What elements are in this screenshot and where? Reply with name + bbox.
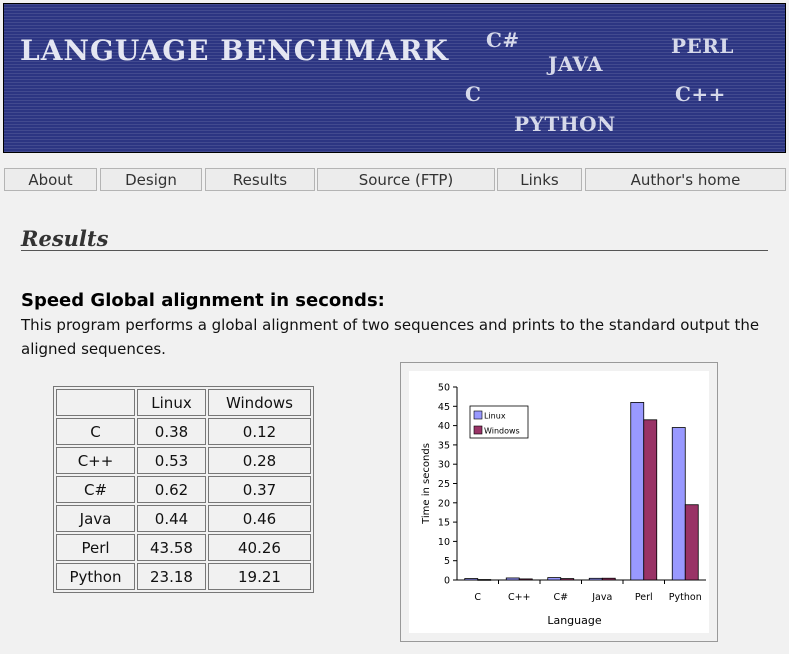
bar-linux [630, 402, 645, 581]
table-cell: 0.38 [137, 418, 206, 445]
banner-lang-csharp: C# [486, 28, 520, 52]
table-row: C++ 0.53 0.28 [56, 447, 311, 474]
legend-swatch [473, 425, 483, 435]
bar-linux [505, 577, 520, 581]
table-cell: 19.21 [208, 563, 311, 590]
table-row: C# 0.62 0.37 [56, 476, 311, 503]
y-tick-label: 0 [444, 576, 450, 587]
nav-design[interactable]: Design [100, 168, 202, 191]
nav-results[interactable]: Results [205, 168, 315, 191]
legend-label: Linux [484, 412, 506, 421]
x-tick-label: C++ [508, 592, 531, 603]
y-tick-label: 10 [438, 537, 450, 548]
section-title: Results [21, 226, 109, 251]
chart-panel: 0 5 10 15 20 25 30 35 40 45 50 C C++ C# Java Perl Python… [409, 371, 709, 633]
banner-lang-java: JAVA [548, 52, 604, 76]
table-header-cell [56, 389, 135, 416]
banner-lang-perl: PERL [671, 34, 734, 58]
y-tick-label: 20 [438, 498, 450, 509]
table-row: Java 0.44 0.46 [56, 505, 311, 532]
y-tick-label: 40 [438, 421, 450, 432]
bar-windows [518, 578, 533, 581]
table-cell: C [56, 418, 135, 445]
table-row: Perl 43.58 40.26 [56, 534, 311, 561]
table-cell: Python [56, 563, 135, 590]
nav-source-ftp[interactable]: Source (FTP) [317, 168, 495, 191]
section-divider [21, 250, 768, 251]
nav-links[interactable]: Links [497, 168, 582, 191]
table-row: Python 23.18 19.21 [56, 563, 311, 590]
bar-windows [477, 579, 492, 581]
x-tick-label: Python [669, 592, 702, 603]
bar-windows [643, 419, 658, 581]
table-cell: 23.18 [137, 563, 206, 590]
table-header-cell: Windows [208, 389, 311, 416]
y-tick-label: 5 [444, 556, 450, 567]
table-cell: Java [56, 505, 135, 532]
x-tick-label: C# [553, 592, 568, 603]
table-cell: 0.12 [208, 418, 311, 445]
table-cell: 0.53 [137, 447, 206, 474]
y-axis-title: Time in seconds [421, 443, 432, 525]
table-row: C 0.38 0.12 [56, 418, 311, 445]
banner-lang-cpp: C++ [675, 82, 726, 106]
table-cell: C++ [56, 447, 135, 474]
banner-lang-c: C [465, 82, 482, 106]
table-cell: Perl [56, 534, 135, 561]
x-tick-label: Perl [635, 592, 653, 603]
bar-linux [671, 427, 686, 581]
bar-windows [560, 578, 575, 581]
banner-lang-python: PYTHON [514, 112, 616, 136]
results-table: Linux Windows C 0.38 0.12 C++ 0.53 0.28 … [53, 386, 314, 593]
y-tick-label: 45 [438, 402, 450, 413]
legend-label: Windows [484, 427, 520, 436]
bar-linux [464, 578, 479, 581]
y-tick-label: 50 [438, 383, 450, 394]
site-title: LANGUAGE BENCHMARK [20, 34, 449, 67]
nav-authors-home[interactable]: Author's home [585, 168, 786, 191]
bar-linux [588, 577, 603, 581]
bar-linux [547, 577, 562, 581]
table-cell: 0.44 [137, 505, 206, 532]
table-header-row: Linux Windows [56, 389, 311, 416]
x-axis-title: Language [547, 614, 602, 627]
bar-windows [684, 504, 699, 581]
table-header-cell: Linux [137, 389, 206, 416]
benchmark-description: This program performs a global alignment… [21, 316, 760, 358]
y-tick-label: 35 [438, 440, 450, 451]
table-cell: C# [56, 476, 135, 503]
x-tick-label: C [474, 592, 481, 603]
table-cell: 40.26 [208, 534, 311, 561]
legend-swatch [473, 410, 483, 420]
table-cell: 0.62 [137, 476, 206, 503]
table-cell: 0.37 [208, 476, 311, 503]
y-tick-label: 30 [438, 460, 450, 471]
y-tick-label: 25 [438, 479, 450, 490]
x-tick-label: Java [591, 592, 612, 603]
header-banner: LANGUAGE BENCHMARK C# JAVA PERL C C++ PY… [3, 3, 786, 153]
table-cell: 0.46 [208, 505, 311, 532]
y-tick-label: 15 [438, 518, 450, 529]
chart-frame: 0 5 10 15 20 25 30 35 40 45 50 C C++ C# Java Perl Python… [400, 362, 718, 642]
table-cell: 43.58 [137, 534, 206, 561]
nav-about[interactable]: About [4, 168, 97, 191]
benchmark-title: Speed Global alignment in seconds: [21, 290, 385, 311]
table-cell: 0.28 [208, 447, 311, 474]
bar-windows [601, 577, 616, 581]
bar-chart: 0 5 10 15 20 25 30 35 40 45 50 C C++ C# Java Perl Python… [421, 383, 706, 627]
